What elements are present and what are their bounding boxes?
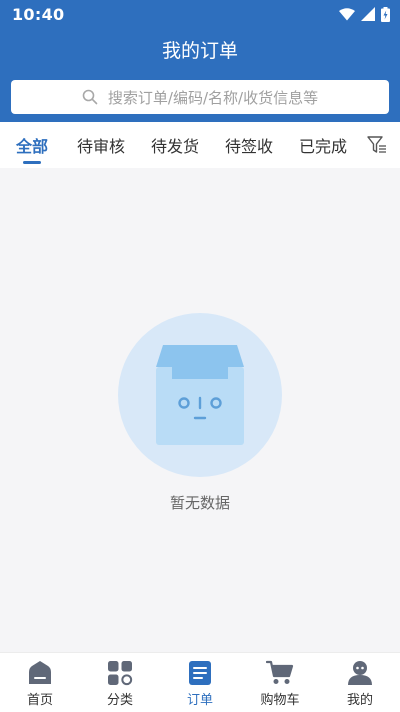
- tab-pending-review[interactable]: 待审核: [64, 122, 138, 168]
- page-title: 我的订单: [161, 40, 238, 62]
- battery-icon: [381, 6, 390, 22]
- nav-label: 购物车: [260, 693, 300, 708]
- filter-icon: [367, 136, 386, 153]
- header: 10:40 我的订单 搜索订单/编码/名称/收货信息等: [0, 0, 400, 122]
- nav-label: 我的: [346, 693, 373, 708]
- nav-label: 订单: [186, 693, 213, 708]
- empty-state-text: 暂无数据: [169, 494, 230, 512]
- nav-label: 分类: [106, 693, 133, 708]
- nav-label: 首页: [26, 693, 53, 708]
- tab-pending-shipment[interactable]: 待发货: [138, 122, 212, 168]
- nav-home[interactable]: 首页: [0, 653, 80, 712]
- tab-pending-receipt[interactable]: 待签收: [212, 122, 286, 168]
- status-icons: [339, 6, 390, 22]
- profile-icon: [348, 661, 372, 685]
- search-placeholder: 搜索订单/编码/名称/收货信息等: [107, 88, 319, 107]
- category-icon: [108, 661, 133, 686]
- signal-icon: [361, 7, 375, 21]
- search-input[interactable]: 搜索订单/编码/名称/收货信息等: [11, 80, 389, 114]
- empty-box-icon: [156, 345, 244, 445]
- search-icon: [82, 89, 98, 105]
- cart-icon: [266, 660, 294, 684]
- nav-cart[interactable]: 购物车: [240, 653, 320, 712]
- nav-category[interactable]: 分类: [80, 653, 160, 712]
- status-bar: 10:40: [0, 0, 400, 28]
- home-icon: [29, 661, 51, 684]
- status-time: 10:40: [12, 4, 65, 24]
- order-icon: [189, 661, 211, 685]
- wifi-icon: [339, 7, 355, 20]
- bottom-nav: 首页 分类 订单 购物车 我的: [0, 652, 400, 712]
- tab-all[interactable]: 全部: [0, 122, 64, 168]
- empty-state-illustration: [118, 313, 282, 477]
- tab-completed[interactable]: 已完成: [286, 122, 360, 168]
- nav-orders[interactable]: 订单: [160, 653, 240, 712]
- order-status-tabs: 全部 待审核 待发货 待签收 已完成: [0, 122, 400, 168]
- nav-profile[interactable]: 我的: [320, 653, 400, 712]
- filter-button[interactable]: [366, 134, 388, 156]
